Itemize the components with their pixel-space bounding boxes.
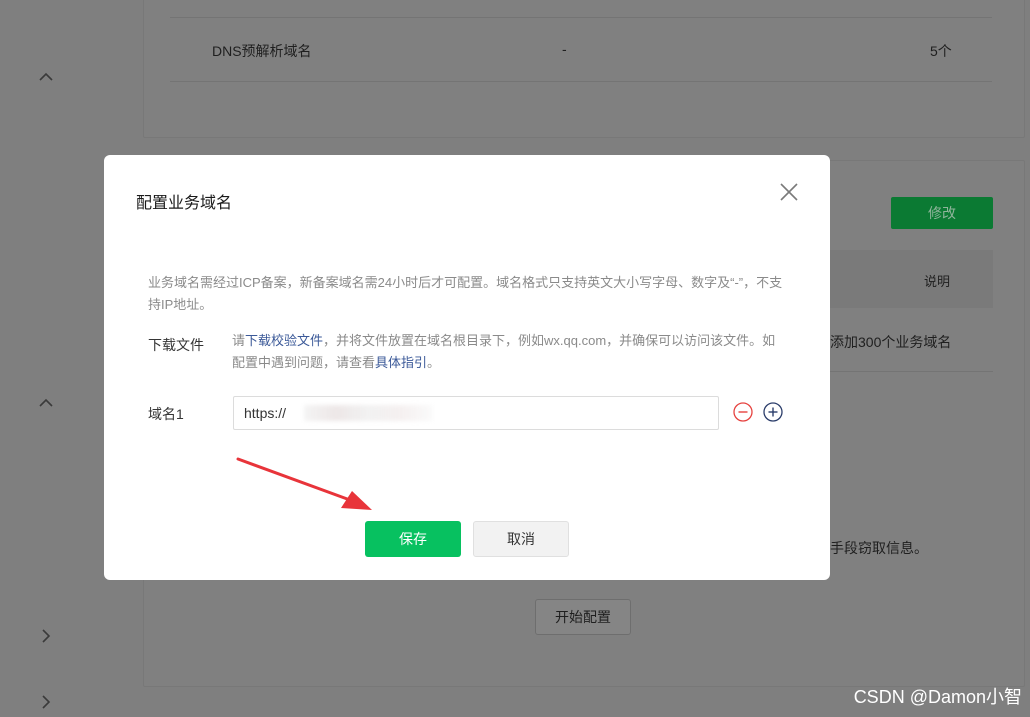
- chevron-up-icon[interactable]: [38, 70, 54, 82]
- plus-circle-icon[interactable]: [763, 402, 783, 422]
- dialog-description: 业务域名需经过ICP备案，新备案域名需24小时后才可配置。域名格式只支持英文大小…: [148, 275, 783, 312]
- download-instructions: 请下载校验文件，并将文件放置在域名根目录下，例如wx.qq.com，并确保可以访…: [232, 330, 788, 374]
- guide-link[interactable]: 具体指引: [375, 355, 427, 370]
- chevron-up-icon[interactable]: [38, 396, 54, 408]
- modify-button[interactable]: 修改: [891, 197, 993, 229]
- row-divider: [170, 17, 992, 18]
- dialog-title: 配置业务域名: [136, 195, 233, 212]
- dns-row-count: 5个: [930, 43, 952, 59]
- download-suffix: 。: [427, 355, 441, 370]
- start-config-button[interactable]: 开始配置: [535, 599, 631, 635]
- dns-row-value: -: [562, 41, 567, 57]
- chevron-right-icon[interactable]: [40, 694, 52, 710]
- table-cell-desc: 添加300个业务域名: [830, 334, 952, 350]
- save-button[interactable]: 保存: [365, 521, 461, 557]
- dns-card: [143, 0, 1025, 138]
- download-prefix: 请: [232, 333, 246, 348]
- table-header-desc: 说明: [924, 274, 951, 289]
- domain-label: 域名1: [148, 406, 184, 422]
- redacted-domain: [304, 405, 432, 421]
- download-label: 下载文件: [148, 337, 204, 353]
- row-divider: [170, 81, 992, 82]
- configure-domain-dialog: 配置业务域名 业务域名需经过ICP备案，新备案域名需24小时后才可配置。域名格式…: [104, 155, 830, 580]
- chevron-right-icon[interactable]: [40, 628, 52, 644]
- notice-text: 手段窃取信息。: [830, 540, 928, 556]
- cancel-button[interactable]: 取消: [473, 521, 569, 557]
- minus-circle-icon[interactable]: [733, 402, 753, 422]
- download-file-link[interactable]: 下载校验文件: [245, 333, 323, 348]
- dns-row-name: DNS预解析域名: [212, 43, 312, 59]
- watermark: CSDN @Damon小智: [853, 687, 1022, 707]
- close-icon[interactable]: [778, 181, 800, 203]
